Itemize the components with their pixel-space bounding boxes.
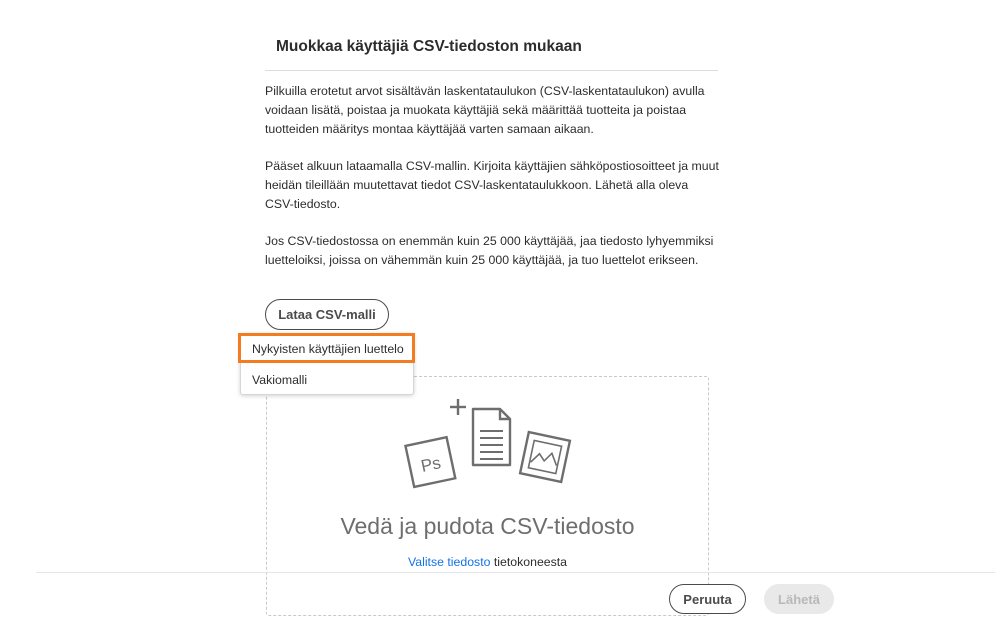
dropzone-subtitle: Valitse tiedosto tietokoneesta (266, 555, 709, 569)
instructions-paragraph: Pääset alkuun lataamalla CSV-mallin. Kir… (265, 159, 719, 211)
svg-text:Ps: Ps (419, 453, 442, 476)
add-document-icon (450, 399, 512, 467)
dialog-title: Muokkaa käyttäjiä CSV-tiedoston mukaan (276, 38, 582, 55)
cancel-button[interactable]: Peruuta (669, 584, 746, 614)
dropzone-illustration: Ps (404, 399, 572, 489)
edit-users-csv-page: Muokkaa käyttäjiä CSV-tiedoston mukaan P… (0, 0, 995, 622)
photoshop-file-icon: Ps (404, 435, 457, 489)
choose-file-link[interactable]: Valitse tiedosto (408, 555, 490, 569)
footer-divider (36, 572, 995, 573)
dropzone-subtitle-suffix: tietokoneesta (490, 555, 568, 569)
menu-item-standard-template[interactable]: Vakiomalli (241, 366, 413, 394)
menu-item-existing-users-list[interactable]: Nykyisten käyttäjien luettelo (241, 335, 413, 363)
image-file-icon (518, 430, 572, 484)
intro-paragraph: Pilkuilla erotetut arvot sisältävän lask… (265, 84, 705, 136)
limit-paragraph: Jos CSV-tiedostossa on enemmän kuin 25 0… (265, 234, 714, 267)
template-dropdown-menu: Nykyisten käyttäjien luettelo Vakiomalli (240, 333, 414, 395)
download-csv-template-button[interactable]: Lataa CSV-malli (265, 299, 389, 330)
dropzone-title: Vedä ja pudota CSV-tiedosto (340, 513, 635, 539)
title-divider (265, 70, 718, 71)
send-button[interactable]: Lähetä (764, 584, 834, 614)
